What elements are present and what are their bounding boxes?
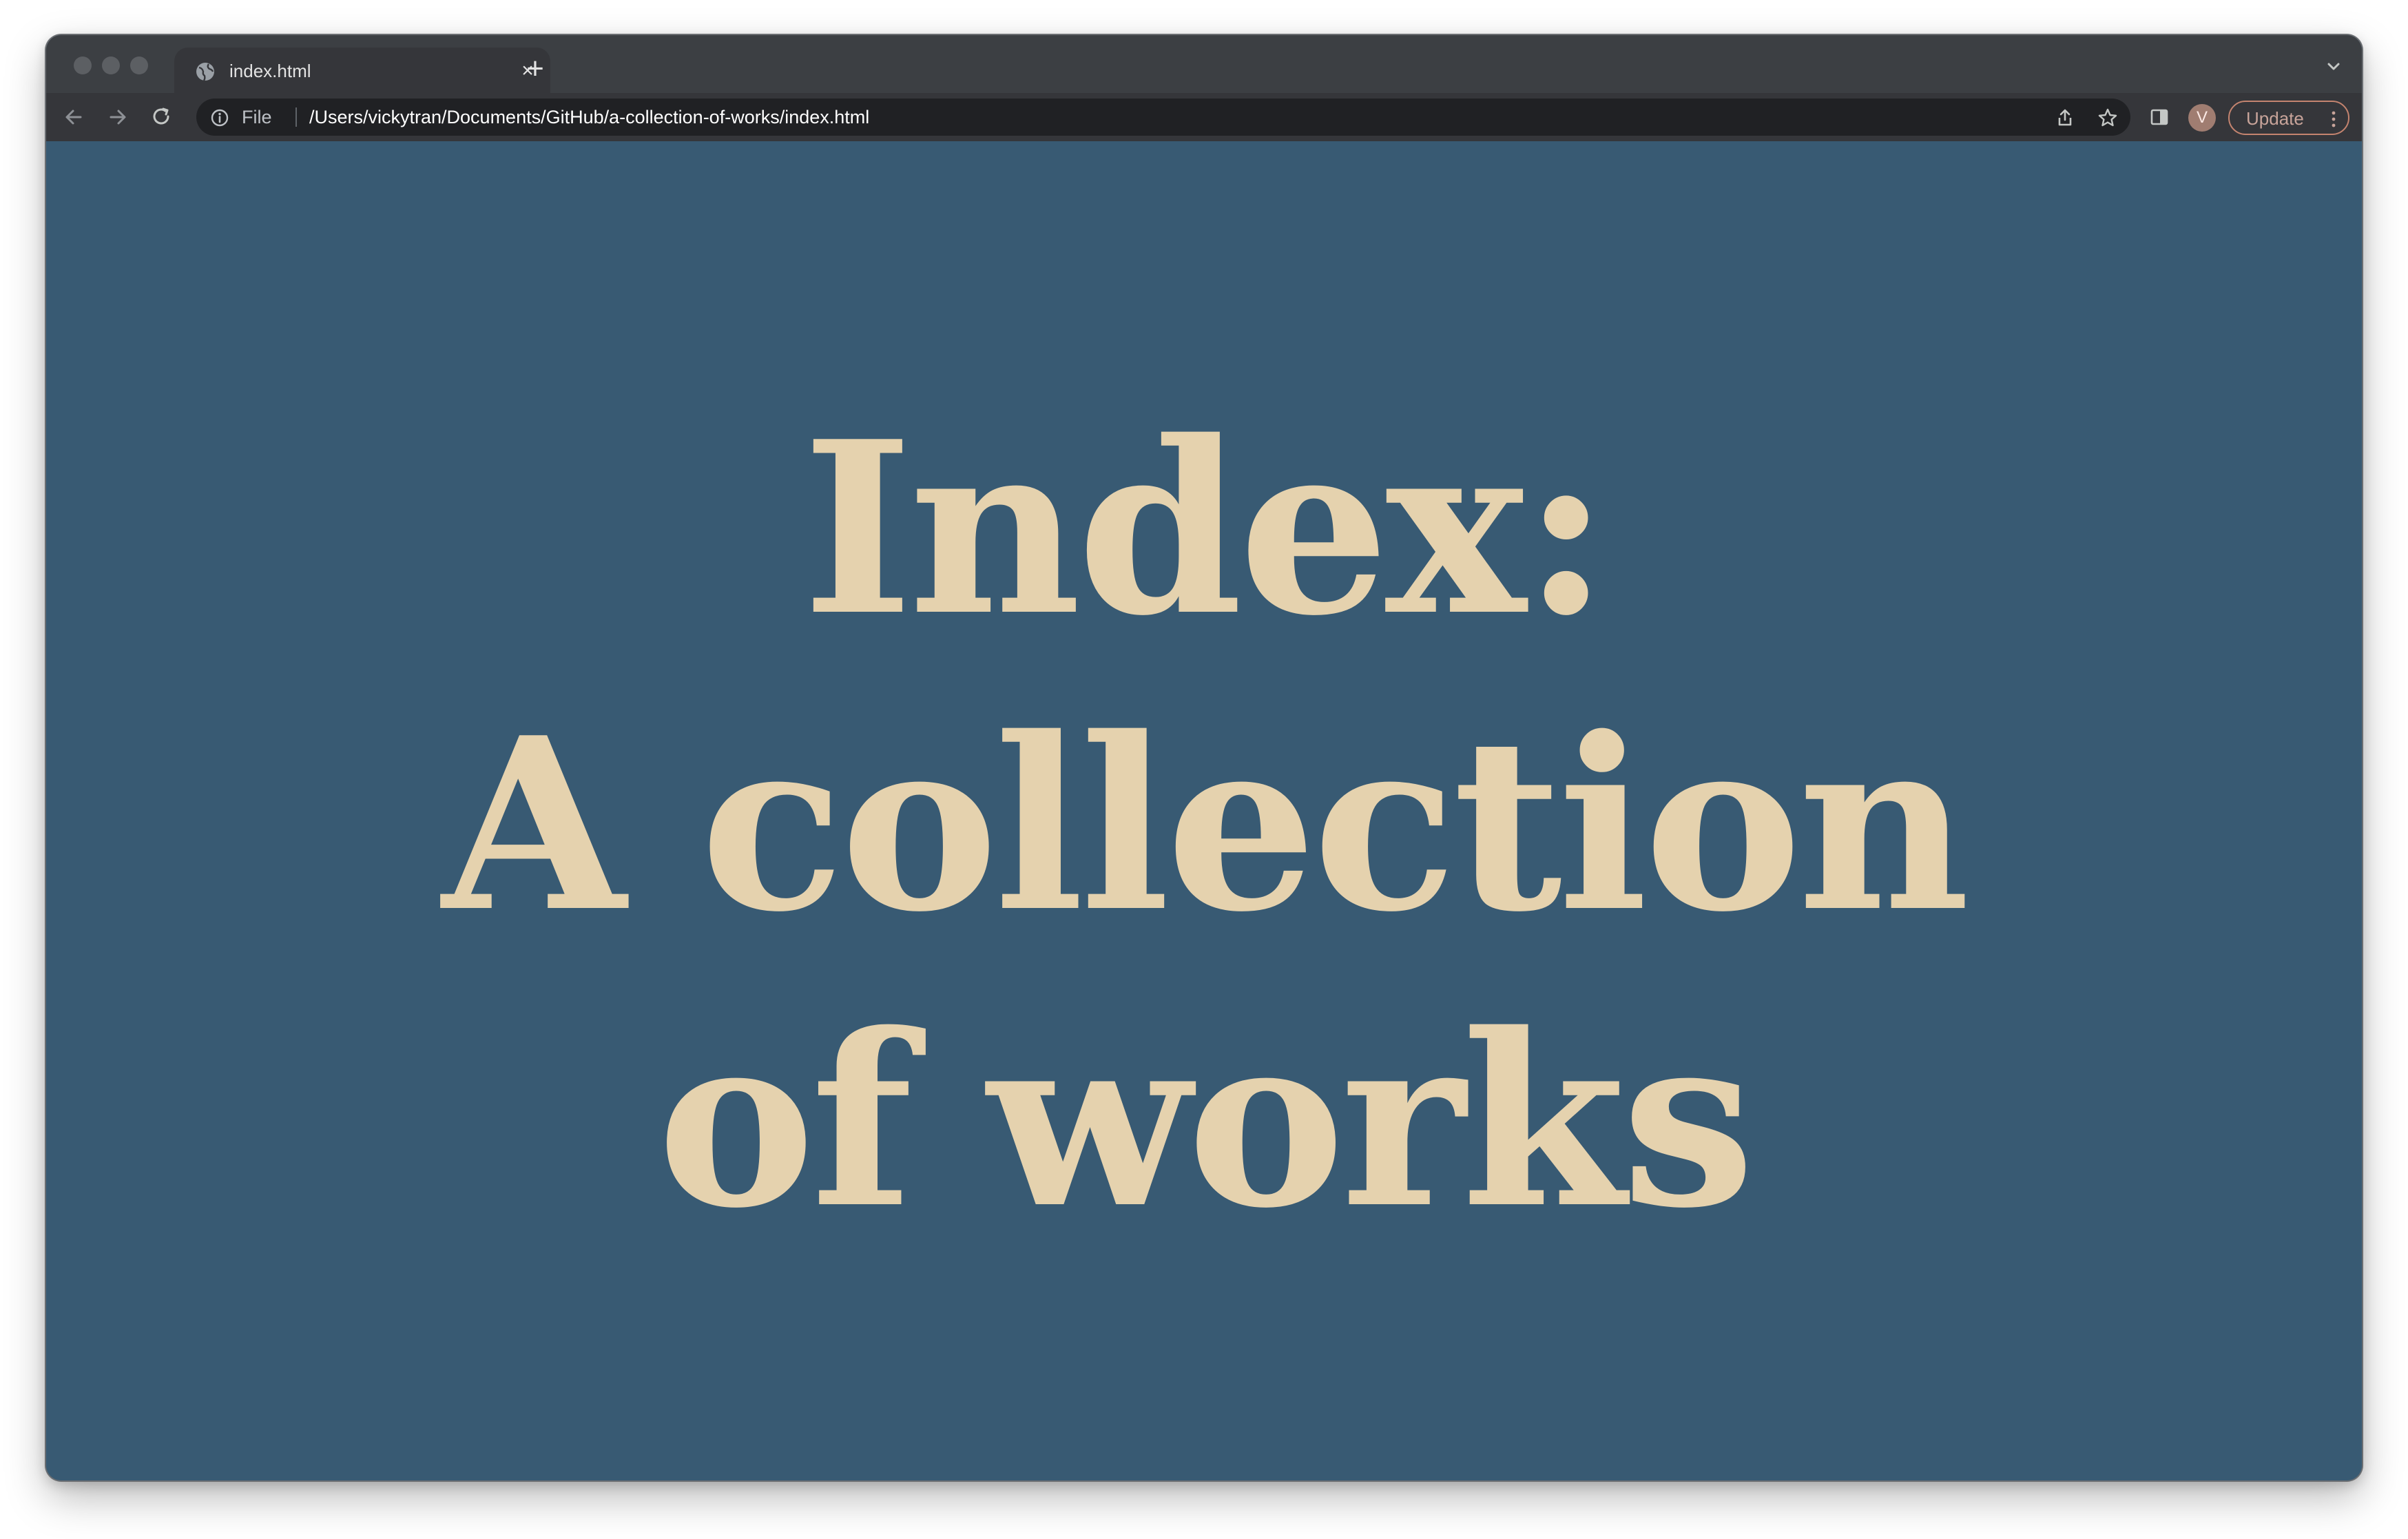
tab-title: index.html <box>229 61 311 81</box>
browser-toolbar: File /Users/vickytran/Documents/GitHub/a… <box>46 93 2362 141</box>
minimize-window-button[interactable] <box>102 56 120 74</box>
title-line-1: Index: <box>802 390 1610 668</box>
new-tab-button[interactable]: + <box>521 54 549 84</box>
back-arrow-icon[interactable] <box>61 105 86 130</box>
tab-strip: index.html × + <box>46 35 2362 93</box>
address-bar[interactable]: File /Users/vickytran/Documents/GitHub/a… <box>196 99 2130 136</box>
url-text[interactable]: /Users/vickytran/Documents/GitHub/a-coll… <box>309 106 869 128</box>
omnibox-divider <box>295 107 297 127</box>
update-button[interactable]: Update <box>2228 101 2349 135</box>
tab-index-html[interactable]: index.html × <box>174 48 550 93</box>
close-window-button[interactable] <box>74 56 92 74</box>
browser-window: index.html × + File /Users/vickytran/Doc… <box>46 35 2362 1480</box>
profile-avatar[interactable]: V <box>2188 104 2216 132</box>
globe-icon <box>196 63 214 81</box>
info-icon[interactable] <box>210 108 229 127</box>
title-line-3: of works <box>656 982 1755 1261</box>
update-button-label: Update <box>2246 108 2304 129</box>
page-content: Index: A collection of works <box>46 141 2362 1480</box>
forward-arrow-icon[interactable] <box>105 105 130 130</box>
reload-icon[interactable] <box>149 105 174 130</box>
bookmark-star-icon[interactable] <box>2097 107 2118 128</box>
page-title: Index: A collection of works <box>46 381 2362 1270</box>
title-line-2: A collection <box>442 686 1970 964</box>
more-vertical-icon[interactable] <box>2330 111 2337 127</box>
share-icon[interactable] <box>2055 107 2075 128</box>
side-panel-icon[interactable] <box>2148 106 2170 128</box>
url-scheme-label: File <box>242 107 272 127</box>
tab-search-chevron-icon[interactable] <box>2323 59 2344 75</box>
zoom-window-button[interactable] <box>130 56 148 74</box>
